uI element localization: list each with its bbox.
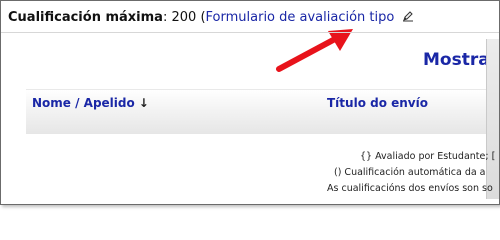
max-grade-label: Cualificación máxima [8, 10, 163, 25]
red-pointer-arrow-icon [276, 29, 353, 72]
header-divider [1, 32, 499, 33]
legend-line-peer-assessed: {} Avaliado por Estudante; [ [360, 151, 496, 162]
max-grade-value: 200 [171, 10, 197, 25]
sort-down-arrow-icon[interactable]: ↓ [139, 96, 149, 110]
column-header-name[interactable]: Nome / Apelido ↓ [32, 96, 149, 110]
legend-line-grades-note: As cualificacións dos envíos son so [327, 183, 493, 194]
legend-line-automatic-grade: () Cualificación automática da a [334, 167, 486, 178]
submissions-table-header: Nome / Apelido ↓ Título do envío [26, 89, 486, 134]
edit-pencil-icon[interactable] [402, 10, 414, 22]
column-name-label[interactable]: Nome / Apelido [32, 96, 135, 110]
column-title-label[interactable]: Título do envío [327, 96, 428, 110]
page-frame: Cualificación máxima: 200 (Formulario de… [0, 0, 500, 205]
max-grade-separator: : [162, 10, 168, 25]
column-header-title[interactable]: Título do envío [327, 96, 428, 110]
vertical-scrollbar[interactable] [486, 39, 499, 199]
